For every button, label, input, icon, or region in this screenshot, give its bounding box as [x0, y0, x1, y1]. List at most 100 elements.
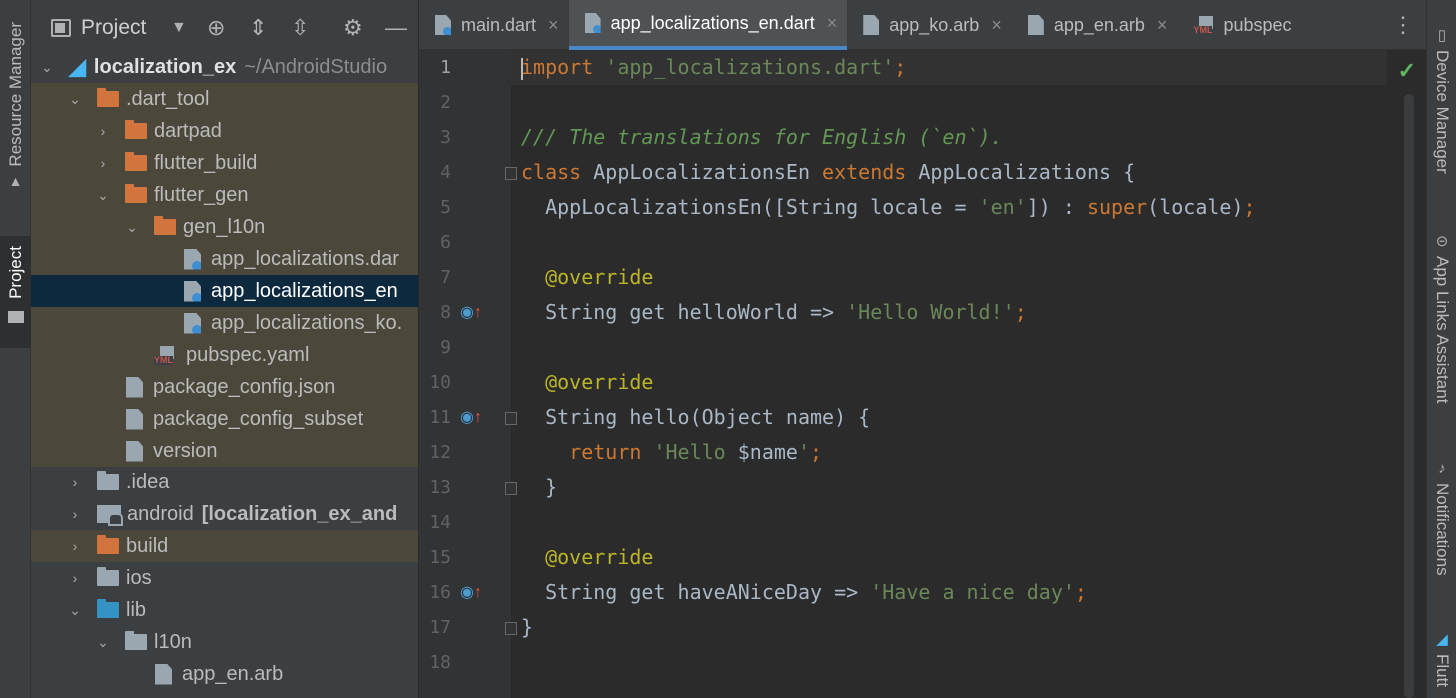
close-icon[interactable]: × [991, 15, 1002, 36]
file-icon [863, 15, 880, 35]
tree-item-dartpad[interactable]: › dartpad [31, 115, 418, 147]
fold-marker-icon[interactable] [505, 622, 517, 635]
expand-all-icon[interactable]: ⇕ [249, 14, 267, 42]
tree-item-version[interactable]: version [31, 435, 418, 467]
tab-app-en-arb[interactable]: app_en.arb × [1012, 0, 1178, 50]
app-links-assistant-tool-tab[interactable]: ⊝ App Links Assistant [1427, 232, 1456, 403]
collapse-all-icon[interactable]: ⇳ [291, 14, 309, 42]
tree-item-label: app_localizations.dar [211, 247, 399, 270]
hide-panel-icon[interactable]: — [385, 14, 407, 42]
tree-item-android[interactable]: › android [localization_ex_and [31, 498, 418, 530]
tree-item-build[interactable]: › build [31, 530, 418, 562]
tab-app-localizations-en[interactable]: app_localizations_en.dart × [568, 0, 848, 50]
tree-item-app-localizations-en[interactable]: app_localizations_en [31, 275, 418, 307]
code-line-3: /// The translations for English (`en`). [521, 125, 1003, 149]
tree-item-package-config-subset[interactable]: package_config_subset [31, 403, 418, 435]
tree-item-label: flutter_gen [154, 183, 249, 206]
close-icon[interactable]: × [827, 13, 838, 34]
code-line-16: String get haveANiceDay => 'Have a nice … [521, 580, 1087, 604]
tree-item-label: lib [126, 598, 147, 621]
close-icon[interactable]: × [548, 15, 559, 36]
resource-manager-tool-tab[interactable]: Resource Manager ▲ [0, 22, 31, 189]
fold-marker-icon[interactable] [505, 167, 517, 180]
bell-icon: ♪ [1438, 460, 1446, 477]
chevron-right-icon[interactable]: › [95, 123, 111, 139]
flutter-label: Flutt [1433, 654, 1452, 688]
more-tabs-icon[interactable]: ⋮ [1392, 12, 1414, 38]
tree-item-l10n[interactable]: ⌄ l10n [31, 626, 418, 658]
device-manager-tool-tab[interactable]: ▯ Device Manager [1427, 26, 1456, 174]
tree-item-path: ~/AndroidStudio [244, 55, 388, 78]
chevron-right-icon[interactable]: › [67, 538, 83, 554]
chevron-down-icon[interactable]: ⌄ [67, 602, 83, 619]
chevron-right-icon[interactable]: › [95, 155, 111, 171]
tree-item-dart-tool[interactable]: ⌄ .dart_tool [31, 83, 418, 115]
tab-pubspec[interactable]: YML pubspec [1177, 0, 1301, 50]
tab-main-dart[interactable]: main.dart × [419, 0, 569, 50]
project-panel-title[interactable]: Project [81, 16, 146, 40]
left-tool-stripe: Resource Manager ▲ Project [0, 0, 31, 698]
project-tab-label: Project [5, 246, 25, 299]
line-number: 11 [429, 407, 451, 428]
vertical-scrollbar[interactable] [1404, 94, 1414, 698]
dart-file-icon [435, 15, 451, 35]
tree-item-app-localizations[interactable]: app_localizations.dar [31, 243, 418, 275]
folder-icon [97, 567, 119, 586]
device-icon: ▯ [1437, 27, 1447, 44]
tree-item-label: version [153, 439, 218, 462]
tree-item-project-root[interactable]: ⌄ ◢ localization_ex ~/AndroidStudio [31, 51, 418, 83]
tree-item-label: .idea [126, 470, 170, 493]
dart-file-icon [184, 312, 201, 334]
gear-icon[interactable]: ⚙ [343, 14, 363, 42]
line-number: 16 [429, 582, 451, 603]
tree-item-label: app_en.arb [182, 662, 284, 685]
folder-icon [97, 535, 119, 554]
json-file-icon [126, 376, 143, 398]
code-line-13: } [521, 475, 558, 499]
code-line-12: return 'Hello $name'; [521, 440, 823, 464]
tab-app-ko-arb[interactable]: app_ko.arb × [847, 0, 1012, 50]
tree-item-label: build [126, 534, 169, 557]
tree-item-ios[interactable]: › ios [31, 562, 418, 594]
folder-icon [125, 152, 147, 171]
tab-label: main.dart [461, 14, 537, 35]
chevron-right-icon[interactable]: › [67, 570, 83, 586]
override-marker-icon[interactable]: ◉↑ [460, 575, 482, 610]
chevron-down-icon[interactable]: ⌄ [39, 59, 55, 76]
line-number: 4 [440, 162, 451, 183]
chevron-down-icon[interactable]: ⌄ [67, 91, 83, 108]
project-panel-header: Project ▼ ⊕ ⇕ ⇳ ⚙ — [31, 0, 418, 56]
tree-item-package-config-json[interactable]: package_config.json [31, 371, 418, 403]
inspection-ok-icon[interactable]: ✓ [1398, 58, 1416, 84]
fold-marker-icon[interactable] [505, 482, 517, 495]
tree-item-lib[interactable]: ⌄ lib [31, 594, 418, 626]
chevron-down-icon[interactable]: ⌄ [95, 634, 111, 651]
chevron-right-icon[interactable]: › [67, 506, 83, 522]
tree-item-flutter-gen[interactable]: ⌄ flutter_gen [31, 179, 418, 211]
project-tool-tab[interactable]: Project [0, 236, 31, 348]
tree-item-flutter-build[interactable]: › flutter_build [31, 147, 418, 179]
chevron-down-icon[interactable]: ⌄ [124, 219, 140, 236]
close-icon[interactable]: × [1157, 15, 1168, 36]
notifications-tool-tab[interactable]: ♪ Notifications [1427, 460, 1456, 576]
code-line-17: } [521, 615, 534, 639]
override-marker-icon[interactable]: ◉↑ [460, 400, 482, 435]
tree-item-pubspec-yaml[interactable]: YML pubspec.yaml [31, 339, 418, 371]
override-marker-icon[interactable]: ◉↑ [460, 295, 482, 330]
project-panel: Project ▼ ⊕ ⇕ ⇳ ⚙ — ⌄ ◢ localization_ex … [31, 0, 419, 698]
flutter-tool-tab[interactable]: ◢ Flutt [1427, 630, 1456, 687]
tree-item-app-en-arb[interactable]: app_en.arb [31, 658, 418, 690]
fold-marker-icon[interactable] [505, 412, 517, 425]
tree-item-idea[interactable]: › .idea [31, 466, 418, 498]
chevron-down-icon[interactable]: ▼ [171, 14, 187, 42]
line-number: 5 [440, 197, 451, 218]
tree-item-app-localizations-ko[interactable]: app_localizations_ko. [31, 307, 418, 339]
resource-manager-icon: ▲ [8, 172, 23, 189]
tree-item-gen-l10n[interactable]: ⌄ gen_l10n [31, 211, 418, 243]
tree-item-label: app_localizations_en [211, 279, 398, 302]
chevron-down-icon[interactable]: ⌄ [95, 187, 111, 204]
line-number: 13 [429, 477, 451, 498]
tree-item-label: package_config_subset [153, 407, 364, 430]
chevron-right-icon[interactable]: › [67, 474, 83, 490]
select-opened-file-icon[interactable]: ⊕ [207, 14, 225, 42]
